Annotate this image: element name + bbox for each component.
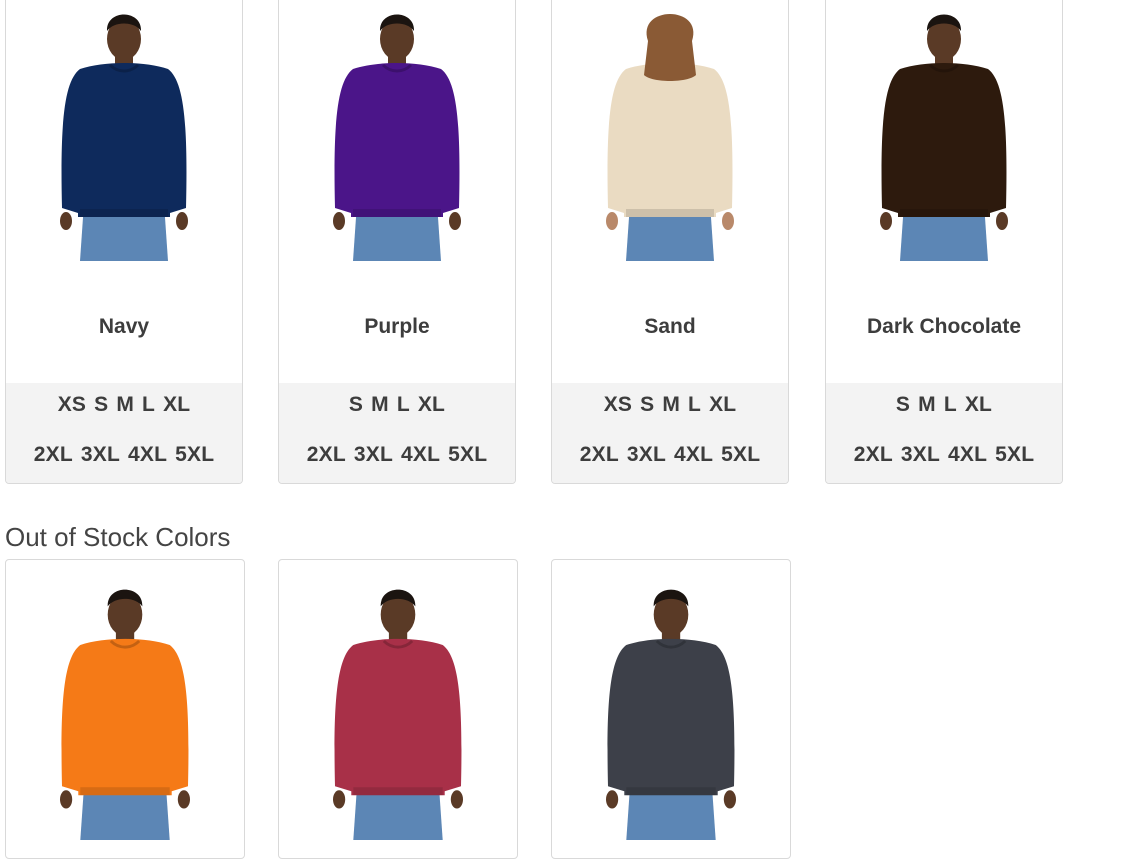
product-image[interactable] <box>6 578 244 840</box>
size-option[interactable]: 4XL <box>948 443 987 466</box>
product-image[interactable] <box>826 3 1062 261</box>
color-card[interactable]: Purple S M L XL 2XL 3XL 4XL 5XL <box>278 0 516 484</box>
size-option[interactable]: XL <box>709 393 736 416</box>
size-row-2: 2XL 3XL 4XL 5XL <box>279 443 515 467</box>
size-option[interactable]: XS <box>604 393 632 416</box>
size-option[interactable]: M <box>371 393 389 416</box>
size-list: XS S M L XL 2XL 3XL 4XL 5XL <box>552 383 788 483</box>
size-option[interactable]: 5XL <box>448 443 487 466</box>
size-option[interactable]: S <box>896 393 910 416</box>
size-row-1: S M L XL <box>826 393 1062 417</box>
model-figure <box>606 589 736 840</box>
size-option[interactable]: XL <box>965 393 992 416</box>
color-card[interactable]: Sand XS S M L XL 2XL 3XL 4XL 5XL <box>551 0 789 484</box>
product-image[interactable] <box>552 578 790 840</box>
size-option[interactable]: 4XL <box>128 443 167 466</box>
product-image[interactable] <box>279 3 515 261</box>
out-of-stock-card[interactable] <box>5 559 245 859</box>
size-option[interactable]: L <box>688 393 701 416</box>
product-image[interactable] <box>552 3 788 261</box>
model-figure <box>333 14 461 261</box>
size-list: S M L XL 2XL 3XL 4XL 5XL <box>279 383 515 483</box>
size-list: XS S M L XL 2XL 3XL 4XL 5XL <box>6 383 242 483</box>
size-option[interactable]: S <box>94 393 108 416</box>
size-option[interactable]: 3XL <box>354 443 393 466</box>
size-option[interactable]: 5XL <box>721 443 760 466</box>
model-figure <box>333 589 463 840</box>
size-row-2: 2XL 3XL 4XL 5XL <box>826 443 1062 467</box>
size-option[interactable]: S <box>640 393 654 416</box>
size-option[interactable]: M <box>662 393 680 416</box>
size-option[interactable]: L <box>397 393 410 416</box>
out-of-stock-card[interactable] <box>278 559 518 859</box>
size-option[interactable]: 4XL <box>401 443 440 466</box>
out-of-stock-card[interactable] <box>551 559 791 859</box>
model-figure <box>60 14 188 261</box>
size-option[interactable]: XS <box>58 393 86 416</box>
color-card[interactable]: Dark Chocolate S M L XL 2XL 3XL 4XL 5XL <box>825 0 1063 484</box>
color-name: Dark Chocolate <box>866 315 1022 338</box>
size-option[interactable]: 2XL <box>580 443 619 466</box>
size-row-2: 2XL 3XL 4XL 5XL <box>552 443 788 467</box>
model-figure <box>880 14 1008 261</box>
size-option[interactable]: 5XL <box>995 443 1034 466</box>
size-option[interactable]: 2XL <box>307 443 346 466</box>
size-option[interactable]: XL <box>418 393 445 416</box>
size-option[interactable]: 4XL <box>674 443 713 466</box>
size-option[interactable]: 3XL <box>627 443 666 466</box>
size-option[interactable]: 5XL <box>175 443 214 466</box>
size-option[interactable]: 2XL <box>854 443 893 466</box>
product-image[interactable] <box>6 3 242 261</box>
model-figure <box>606 14 734 261</box>
product-image[interactable] <box>279 578 517 840</box>
size-option[interactable]: L <box>142 393 155 416</box>
size-option[interactable]: XL <box>163 393 190 416</box>
color-card[interactable]: Navy XS S M L XL 2XL 3XL 4XL 5XL <box>5 0 243 484</box>
size-row-2: 2XL 3XL 4XL 5XL <box>6 443 242 467</box>
size-row-1: XS S M L XL <box>6 393 242 417</box>
out-of-stock-heading: Out of Stock Colors <box>5 522 231 552</box>
color-name: Purple <box>364 315 430 338</box>
color-name: Navy <box>98 315 150 338</box>
size-list: S M L XL 2XL 3XL 4XL 5XL <box>826 383 1062 483</box>
size-option[interactable]: S <box>349 393 363 416</box>
model-figure <box>60 589 190 840</box>
size-option[interactable]: 3XL <box>901 443 940 466</box>
size-option[interactable]: M <box>116 393 134 416</box>
size-option[interactable]: L <box>944 393 957 416</box>
size-row-1: S M L XL <box>279 393 515 417</box>
size-row-1: XS S M L XL <box>552 393 788 417</box>
size-option[interactable]: M <box>918 393 936 416</box>
color-name: Sand <box>644 315 696 338</box>
size-option[interactable]: 3XL <box>81 443 120 466</box>
size-option[interactable]: 2XL <box>34 443 73 466</box>
